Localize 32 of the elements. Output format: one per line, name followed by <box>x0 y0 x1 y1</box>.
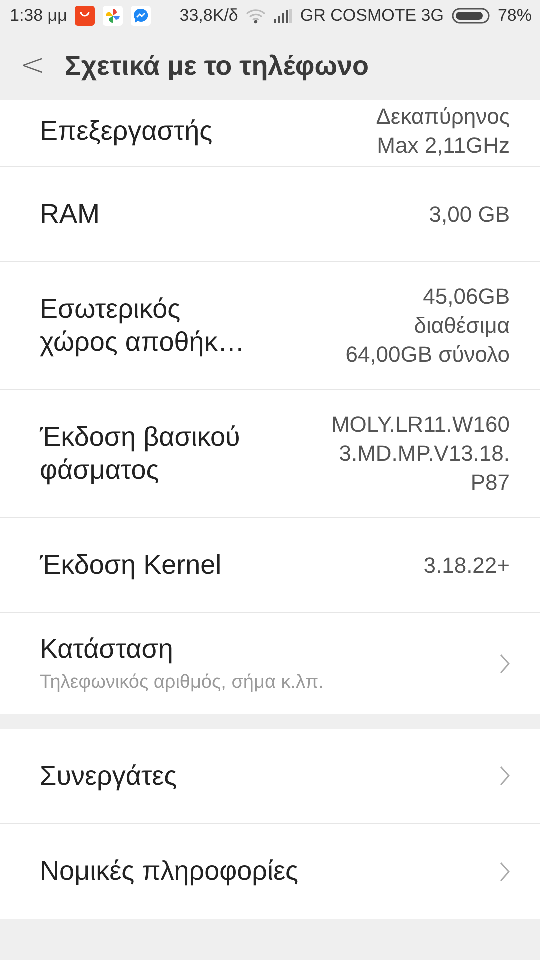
setting-label: Κατάσταση <box>40 633 174 666</box>
page-title: Σχετικά με το τηλέφωνο <box>65 50 370 82</box>
setting-value: Δεκαπύρηνος Max 2,11GHz <box>376 103 510 160</box>
setting-value: 3,00 GB <box>429 200 510 228</box>
signal-icon <box>274 9 292 23</box>
chat-bubble-icon <box>131 6 152 26</box>
back-button[interactable]: < <box>20 51 46 81</box>
settings-item[interactable]: Συνεργάτες <box>0 729 540 824</box>
setting-label: RAM <box>40 198 100 230</box>
battery-icon <box>452 8 490 24</box>
shopping-bag-icon <box>75 6 96 26</box>
network-speed: 33,8K/δ <box>180 6 238 26</box>
setting-label: Νομικές πληροφορίες <box>40 855 299 888</box>
battery-percent: 78% <box>498 6 532 26</box>
setting-value: MOLY.LR11.W160 3.MD.MP.V13.18. P87 <box>331 411 510 497</box>
wifi-icon <box>246 8 266 24</box>
setting-value: 45,06GB διαθέσιμα 64,00GB σύνολο <box>346 283 510 369</box>
setting-label: Έκδοση βασικού φάσματος <box>40 420 240 486</box>
setting-value: 3.18.22+ <box>424 552 510 580</box>
setting-label: Εσωτερικός χώρος αποθήκ… <box>40 292 245 358</box>
chevron-right-icon <box>500 654 510 674</box>
chevron-right-icon <box>500 862 510 882</box>
carrier-name: GR COSMOTE 3G <box>300 6 444 26</box>
setting-label: Επεξεργαστής <box>40 114 213 148</box>
chevron-right-icon <box>500 766 510 786</box>
setting-subtitle: Τηλεφωνικός αριθμός, σήμα κ.λπ. <box>40 672 324 694</box>
settings-item[interactable]: Νομικές πληροφορίες <box>0 824 540 919</box>
setting-label: Συνεργάτες <box>40 760 178 792</box>
clock: 1:38 μμ <box>10 6 68 26</box>
setting-label: Έκδοση Kernel <box>40 548 222 582</box>
settings-item[interactable]: Κατάσταση Τηλεφωνικός αριθμός, σήμα κ.λπ. <box>0 613 540 714</box>
pinwheel-icon <box>103 6 124 26</box>
